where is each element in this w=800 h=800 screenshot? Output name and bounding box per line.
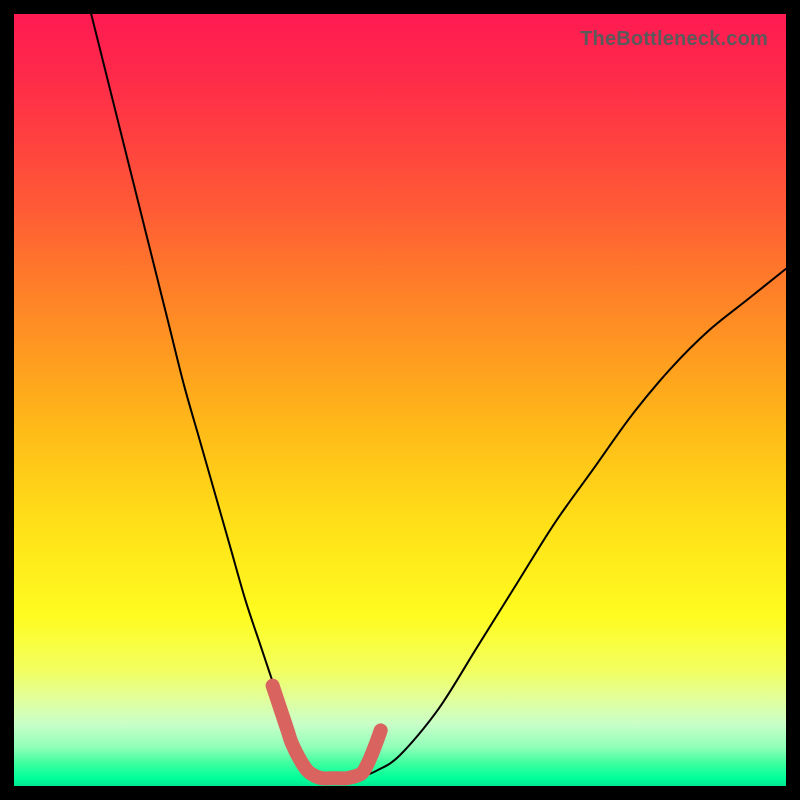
bottleneck-curve-svg: [14, 14, 786, 786]
chart-plot-area: TheBottleneck.com: [14, 14, 786, 786]
bottleneck-curve: [91, 14, 786, 778]
highlight-band: [273, 686, 381, 779]
chart-frame: TheBottleneck.com: [0, 0, 800, 800]
attribution-label: TheBottleneck.com: [580, 28, 768, 51]
